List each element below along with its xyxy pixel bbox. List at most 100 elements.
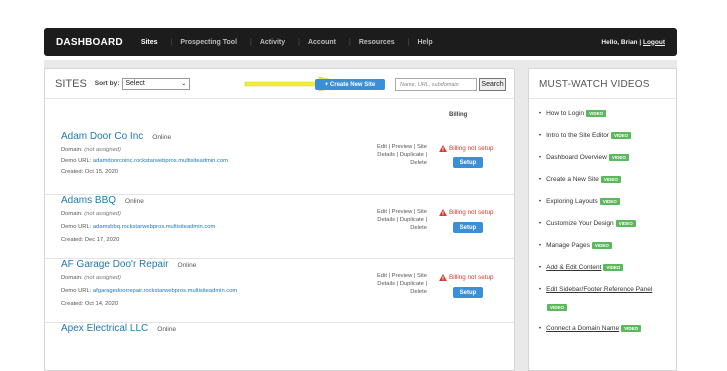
site-actions-links[interactable]: Edit | Preview | Site Details | Duplicat… bbox=[365, 208, 427, 232]
setup-button[interactable]: Setup bbox=[453, 287, 483, 298]
dashboard-brand[interactable]: DASHBOARD bbox=[56, 37, 123, 48]
domain-label: Domain: bbox=[61, 211, 83, 217]
search-button[interactable]: Search bbox=[479, 78, 506, 91]
setup-button[interactable]: Setup bbox=[453, 157, 483, 168]
video-item[interactable]: • Manage Pages VIDEO bbox=[539, 242, 612, 249]
video-item[interactable]: • Connect a Domain Name VIDEO bbox=[539, 325, 642, 332]
video-item[interactable]: • How to Login VIDEO bbox=[539, 110, 607, 117]
bullet: • bbox=[539, 110, 542, 117]
bullet: • bbox=[539, 132, 542, 139]
video-badge: VIDEO bbox=[610, 132, 631, 139]
user-greeting: Hello, Brian | Logout bbox=[601, 39, 665, 46]
warning-icon bbox=[439, 209, 447, 216]
billing-status: Billing not setup bbox=[439, 209, 493, 216]
search-input[interactable]: Name, URL, subdomain bbox=[395, 78, 477, 91]
site-name-link[interactable]: Adams BBQ bbox=[61, 195, 116, 206]
video-badge-row: VIDEO bbox=[547, 304, 568, 311]
sites-panel: SITES Sort by: Select ⌄ + Create New Sit… bbox=[44, 68, 515, 371]
video-item[interactable]: • Create a New Site VIDEO bbox=[539, 176, 621, 183]
site-name-link[interactable]: Adam Door Co Inc bbox=[61, 131, 143, 142]
logout-link[interactable]: Logout bbox=[643, 39, 665, 46]
videos-title: MUST-WATCH VIDEOS bbox=[529, 69, 676, 99]
site-demo-url: Demo URL: afgaragedoorrepair.rockstarweb… bbox=[61, 288, 237, 294]
nav-item-prospecting-tool[interactable]: Prospecting Tool bbox=[180, 39, 237, 46]
video-item[interactable]: • Add & Edit Content VIDEO bbox=[539, 264, 624, 271]
video-badge: VIDEO bbox=[608, 154, 629, 161]
video-item[interactable]: • Exploring Layouts VIDEO bbox=[539, 198, 620, 205]
bullet: • bbox=[539, 242, 542, 249]
site-created-date: Created: Oct 14, 2020 bbox=[61, 301, 119, 307]
video-item-label[interactable]: Customize Your Design bbox=[546, 220, 614, 227]
warning-icon bbox=[439, 145, 447, 152]
site-row: Apex Electrical LLC Online bbox=[45, 323, 514, 370]
sort-select-value: Select bbox=[125, 80, 145, 87]
site-demo-url: Demo URL: adamdoorcoinc.rockstarwebpros.… bbox=[61, 158, 228, 164]
video-item-label[interactable]: Exploring Layouts bbox=[546, 198, 598, 205]
site-demo-url: Demo URL: adamsbbq.rockstarwebpros.multi… bbox=[61, 224, 215, 230]
video-item-label[interactable]: Intro to the Site Editor bbox=[546, 132, 609, 139]
site-status: Online bbox=[125, 198, 144, 205]
video-item[interactable]: • Customize Your Design VIDEO bbox=[539, 220, 636, 227]
nav-item-activity[interactable]: Activity bbox=[260, 39, 285, 46]
site-name-link[interactable]: AF Garage Doo'r Repair bbox=[61, 259, 169, 270]
bullet: • bbox=[539, 176, 542, 183]
demo-url-label: Demo URL: bbox=[61, 288, 92, 294]
video-item[interactable]: • Edit Sidebar/Footer Reference Panel bbox=[539, 286, 652, 293]
video-badge: VIDEO bbox=[591, 242, 612, 249]
video-item-label[interactable]: Manage Pages bbox=[546, 242, 590, 249]
video-badge: VIDEO bbox=[600, 176, 621, 183]
create-new-site-button[interactable]: + Create New Site bbox=[315, 79, 385, 90]
bullet: • bbox=[539, 220, 542, 227]
site-created-date: Created: Dec 17, 2020 bbox=[61, 237, 120, 243]
video-item[interactable]: • Dashboard Overview VIDEO bbox=[539, 154, 629, 161]
domain-value: (not assigned) bbox=[84, 147, 121, 153]
nav-divider: | bbox=[298, 38, 300, 46]
chevron-down-icon: ⌄ bbox=[181, 81, 187, 87]
sort-select[interactable]: Select ⌄ bbox=[122, 77, 191, 90]
nav-item-account[interactable]: Account bbox=[308, 39, 336, 46]
video-badge: VIDEO bbox=[586, 110, 607, 117]
nav-item-sites[interactable]: Sites bbox=[141, 39, 158, 46]
site-row: AF Garage Doo'r Repair Online Domain: (n… bbox=[45, 259, 514, 323]
site-row: Adams BBQ Online Domain: (not assigned) … bbox=[45, 195, 514, 259]
site-name-link[interactable]: Apex Electrical LLC bbox=[61, 323, 148, 334]
warning-icon bbox=[439, 274, 447, 281]
demo-url-link[interactable]: adamsbbq.rockstarwebpros.multisiteadmin.… bbox=[93, 224, 215, 230]
video-badge: VIDEO bbox=[615, 220, 636, 227]
nav-item-resources[interactable]: Resources bbox=[359, 39, 395, 46]
site-row: Adam Door Co Inc Online Domain: (not ass… bbox=[45, 131, 514, 195]
demo-url-label: Demo URL: bbox=[61, 158, 92, 164]
bullet: • bbox=[539, 325, 542, 332]
site-actions-links[interactable]: Edit | Preview | Site Details | Duplicat… bbox=[365, 272, 427, 296]
video-item[interactable]: • Intro to the Site Editor VIDEO bbox=[539, 132, 631, 139]
site-created-date: Created: Oct 15, 2020 bbox=[61, 169, 119, 175]
site-name-line: Apex Electrical LLC Online bbox=[61, 323, 176, 334]
sort-label: Sort by: bbox=[94, 80, 120, 87]
video-item-label[interactable]: Create a New Site bbox=[546, 176, 599, 183]
video-item-label[interactable]: Dashboard Overview bbox=[546, 154, 607, 161]
bullet: • bbox=[539, 264, 542, 271]
site-domain: Domain: (not assigned) bbox=[61, 147, 121, 153]
site-status: Online bbox=[157, 326, 177, 333]
video-item-label[interactable]: Add & Edit Content bbox=[546, 264, 601, 271]
setup-button[interactable]: Setup bbox=[453, 222, 483, 233]
bullet: • bbox=[539, 198, 542, 205]
video-badge: VIDEO bbox=[599, 198, 620, 205]
top-nav-bar: DASHBOARD Sites | Prospecting Tool | Act… bbox=[44, 28, 677, 56]
video-badge: VIDEO bbox=[603, 264, 624, 271]
video-item-label[interactable]: How to Login bbox=[546, 110, 584, 117]
demo-url-link[interactable]: afgaragedoorrepair.rockstarwebpros.multi… bbox=[93, 288, 237, 294]
nav-divider: | bbox=[170, 38, 173, 46]
nav-item-help[interactable]: Help bbox=[417, 39, 432, 46]
demo-url-link[interactable]: adamdoorcoinc.rockstarwebpros.multisitea… bbox=[93, 158, 228, 164]
billing-column-header: Billing bbox=[449, 112, 468, 118]
site-status: Online bbox=[152, 134, 172, 141]
billing-status: Billing not setup bbox=[439, 274, 493, 281]
site-actions-links[interactable]: Edit | Preview | Site Details | Duplicat… bbox=[365, 143, 427, 167]
domain-label: Domain: bbox=[61, 147, 83, 153]
video-item-label[interactable]: Edit Sidebar/Footer Reference Panel bbox=[546, 286, 652, 293]
site-status: Online bbox=[177, 262, 197, 269]
video-item-label[interactable]: Connect a Domain Name bbox=[546, 325, 619, 332]
nav-divider: | bbox=[348, 38, 351, 46]
video-badge: VIDEO bbox=[547, 304, 568, 311]
